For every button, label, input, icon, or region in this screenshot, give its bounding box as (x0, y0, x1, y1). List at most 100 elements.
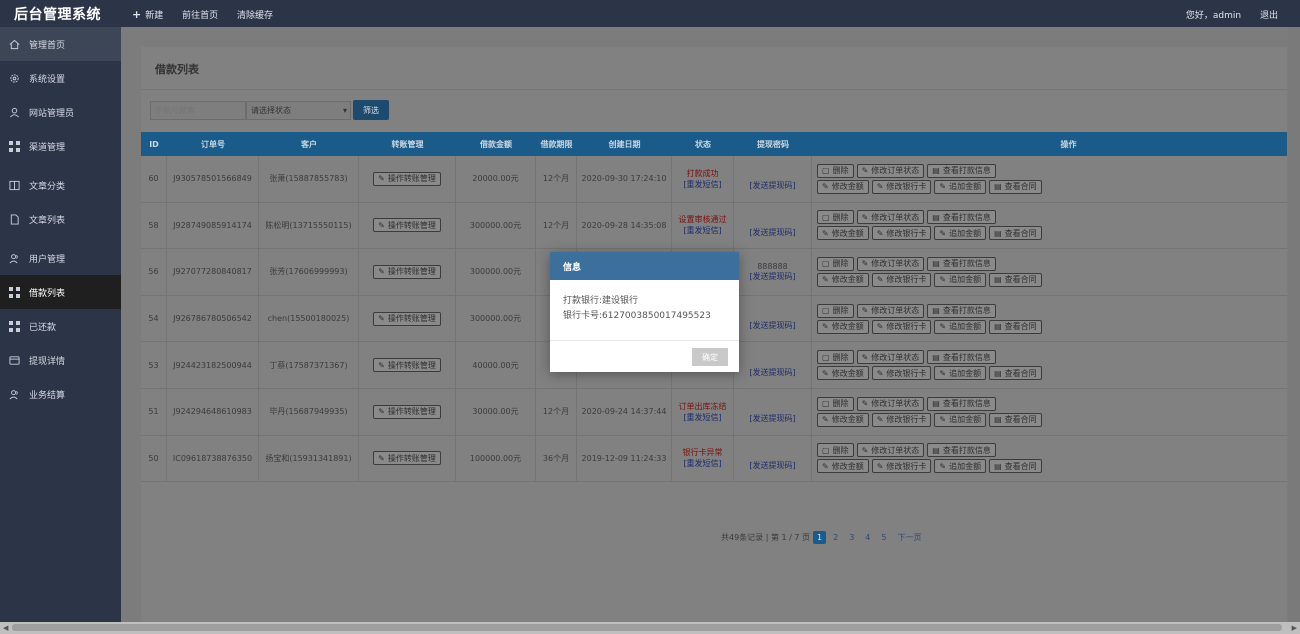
resend-sms-link[interactable]: [重发短信] (683, 412, 721, 423)
page-4[interactable]: 4 (861, 531, 874, 544)
scroll-right-icon[interactable]: ▶ (1292, 624, 1297, 632)
send-code-link[interactable]: [发送提现码] (749, 460, 795, 471)
view-payment-info-button[interactable]: ▤ 查看打款信息 (927, 443, 996, 458)
edit-bank-card-button[interactable]: ✎ 修改银行卡 (871, 272, 932, 287)
page-2[interactable]: 2 (829, 531, 842, 544)
edit-amount-button[interactable]: ✎ 修改金额 (817, 366, 869, 381)
transfer-manage-button[interactable]: ✎ 操作转账管理 (373, 218, 441, 233)
sidebar-item-channels[interactable]: 渠道管理 (0, 129, 121, 163)
delete-button[interactable]: ▢ 删除 (817, 256, 854, 271)
scroll-thumb[interactable] (12, 624, 1282, 631)
sidebar-item-settings[interactable]: 系统设置 (0, 61, 121, 95)
add-amount-button[interactable]: ✎ 追加金额 (934, 366, 987, 381)
delete-button[interactable]: ▢ 删除 (817, 163, 854, 178)
view-payment-info-button[interactable]: ▤ 查看打款信息 (927, 350, 996, 365)
send-code-link[interactable]: [发送提现码] (749, 367, 795, 378)
home-link[interactable]: 前往首页 (182, 11, 218, 21)
sidebar-item-users[interactable]: 用户管理 (0, 241, 121, 275)
transfer-manage-button[interactable]: ✎ 操作转账管理 (373, 451, 441, 466)
next-page[interactable]: 下一页 (893, 530, 925, 545)
sidebar-item-loans[interactable]: 借款列表 (0, 275, 121, 309)
add-amount-button[interactable]: ✎ 追加金额 (934, 226, 987, 241)
sidebar-item-articles[interactable]: 文章列表 (0, 202, 121, 236)
edit-amount-button[interactable]: ✎ 修改金额 (817, 319, 869, 334)
card-icon: ▤ (932, 445, 940, 455)
transfer-manage-button[interactable]: ✎ 操作转账管理 (373, 358, 441, 373)
add-amount-button[interactable]: ✎ 追加金额 (934, 459, 987, 474)
edit-order-status-button[interactable]: ✎ 修改订单状态 (856, 163, 925, 178)
resend-sms-link[interactable]: [重发短信] (683, 458, 721, 469)
view-contract-button[interactable]: ▤ 查看合同 (989, 179, 1042, 194)
sidebar-item-repaid[interactable]: 已还款 (0, 309, 121, 343)
delete-button[interactable]: ▢ 删除 (817, 210, 854, 225)
edit-amount-button[interactable]: ✎ 修改金额 (817, 226, 869, 241)
transfer-manage-button[interactable]: ✎ 操作转账管理 (373, 404, 441, 419)
new-button[interactable]: + 新建 (132, 8, 163, 21)
edit-bank-card-button[interactable]: ✎ 修改银行卡 (871, 459, 932, 474)
view-payment-info-button[interactable]: ▤ 查看打款信息 (927, 210, 996, 225)
sidebar-item-admins[interactable]: 网站管理员 (0, 95, 121, 129)
view-payment-info-button[interactable]: ▤ 查看打款信息 (927, 256, 996, 271)
send-code-link[interactable]: [发送提现码] (749, 413, 795, 424)
sidebar-item-home[interactable]: 管理首页 (0, 27, 121, 61)
phone-search-input[interactable] (150, 100, 246, 120)
view-contract-button[interactable]: ▤ 查看合同 (989, 319, 1042, 334)
edit-order-status-button[interactable]: ✎ 修改订单状态 (856, 303, 925, 318)
page-3[interactable]: 3 (845, 531, 858, 544)
delete-button[interactable]: ▢ 删除 (817, 350, 854, 365)
send-code-link[interactable]: [发送提现码] (749, 180, 795, 191)
page-5[interactable]: 5 (877, 531, 890, 544)
edit-order-status-button[interactable]: ✎ 修改订单状态 (856, 396, 925, 411)
op-label: 修改金额 (831, 322, 864, 332)
edit-bank-card-button[interactable]: ✎ 修改银行卡 (871, 179, 932, 194)
page-1[interactable]: 1 (813, 531, 827, 544)
resend-sms-link[interactable]: [重发短信] (683, 225, 721, 236)
edit-bank-card-button[interactable]: ✎ 修改银行卡 (871, 412, 932, 427)
view-contract-button[interactable]: ▤ 查看合同 (989, 272, 1042, 287)
edit-bank-card-button[interactable]: ✎ 修改银行卡 (871, 226, 932, 241)
logout-link[interactable]: 退出 (1260, 11, 1278, 21)
edit-bank-card-button[interactable]: ✎ 修改银行卡 (871, 366, 932, 381)
status-select[interactable]: 请选择状态 ▾ (246, 100, 351, 120)
delete-button[interactable]: ▢ 删除 (817, 443, 854, 458)
view-payment-info-button[interactable]: ▤ 查看打款信息 (927, 303, 996, 318)
ok-button[interactable]: 确定 (692, 348, 728, 366)
sidebar-item-settlement[interactable]: 业务结算 (0, 377, 121, 411)
add-amount-button[interactable]: ✎ 追加金额 (934, 319, 987, 334)
sidebar-item-withdrawals[interactable]: 提现详情 (0, 343, 121, 377)
transfer-manage-button[interactable]: ✎ 操作转账管理 (373, 311, 441, 326)
view-contract-button[interactable]: ▤ 查看合同 (989, 412, 1042, 427)
view-contract-button[interactable]: ▤ 查看合同 (989, 366, 1042, 381)
scroll-left-icon[interactable]: ◀ (3, 624, 8, 632)
transfer-manage-button[interactable]: ✎ 操作转账管理 (373, 264, 441, 279)
add-amount-button[interactable]: ✎ 追加金额 (934, 179, 987, 194)
edit-order-status-button[interactable]: ✎ 修改订单状态 (856, 443, 925, 458)
edit-amount-button[interactable]: ✎ 修改金额 (817, 459, 869, 474)
delete-button[interactable]: ▢ 删除 (817, 303, 854, 318)
resend-sms-link[interactable]: [重发短信] (683, 179, 721, 190)
card-icon: ▤ (994, 368, 1002, 378)
edit-order-status-button[interactable]: ✎ 修改订单状态 (856, 210, 925, 225)
filter-button[interactable]: 筛选 (353, 100, 389, 120)
edit-order-status-button[interactable]: ✎ 修改订单状态 (856, 350, 925, 365)
edit-bank-card-button[interactable]: ✎ 修改银行卡 (871, 319, 932, 334)
view-payment-info-button[interactable]: ▤ 查看打款信息 (927, 396, 996, 411)
add-amount-button[interactable]: ✎ 追加金额 (934, 412, 987, 427)
transfer-manage-button[interactable]: ✎ 操作转账管理 (373, 171, 441, 186)
clear-cache-link[interactable]: 清除缓存 (237, 11, 273, 21)
view-payment-info-button[interactable]: ▤ 查看打款信息 (927, 163, 996, 178)
send-code-link[interactable]: [发送提现码] (749, 227, 795, 238)
sidebar-item-article-categories[interactable]: 文章分类 (0, 168, 121, 202)
edit-amount-button[interactable]: ✎ 修改金额 (817, 179, 869, 194)
edit-order-status-button[interactable]: ✎ 修改订单状态 (856, 256, 925, 271)
horizontal-scrollbar[interactable]: ◀ ▶ (0, 622, 1300, 634)
send-code-link[interactable]: [发送提现码] (749, 271, 795, 282)
view-contract-button[interactable]: ▤ 查看合同 (989, 226, 1042, 241)
add-amount-button[interactable]: ✎ 追加金额 (934, 272, 987, 287)
edit-amount-button[interactable]: ✎ 修改金额 (817, 272, 869, 287)
edit-amount-button[interactable]: ✎ 修改金额 (817, 412, 869, 427)
vertical-scrollbar[interactable] (1288, 27, 1300, 624)
send-code-link[interactable]: [发送提现码] (749, 320, 795, 331)
view-contract-button[interactable]: ▤ 查看合同 (989, 459, 1042, 474)
delete-button[interactable]: ▢ 删除 (817, 396, 854, 411)
